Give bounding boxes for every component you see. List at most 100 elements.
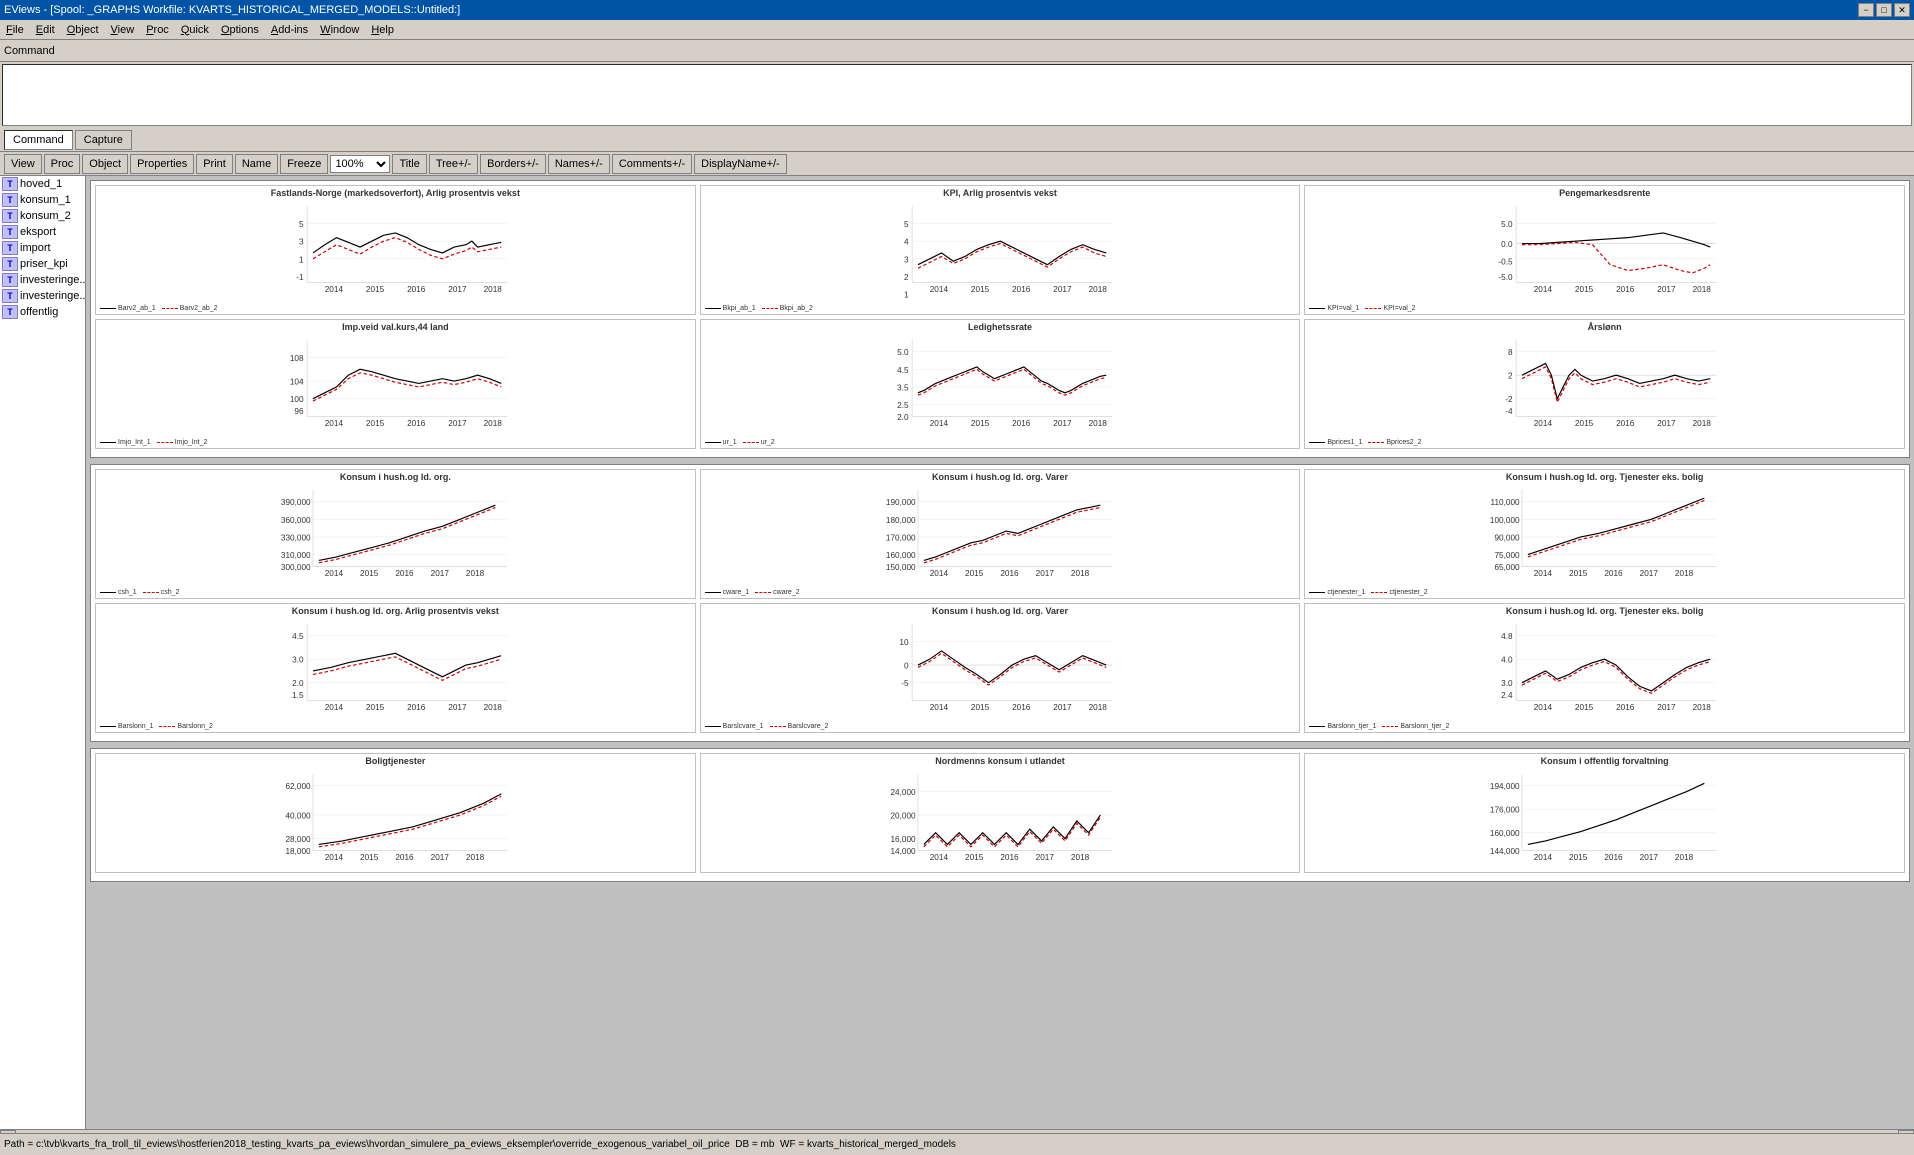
svg-text:2018: 2018 [1675,569,1694,578]
menu-window[interactable]: Window [314,22,365,38]
svg-text:5.0: 5.0 [897,348,909,357]
svg-text:2015: 2015 [1575,419,1594,428]
svg-text:5: 5 [299,220,304,229]
svg-text:2016: 2016 [1012,285,1031,294]
svg-text:2018: 2018 [1088,703,1107,712]
obj-toolbar: View Proc Object Properties Print Name F… [0,152,1914,176]
menu-addins[interactable]: Add-ins [265,22,314,38]
svg-text:2016: 2016 [407,419,426,428]
chart-svg-kpi: 5 4 3 2 1 2014 2015 2016 2017 2018 [701,200,1300,300]
svg-text:62,000: 62,000 [285,782,311,791]
sidebar-item-investeringer2[interactable]: T investeringe... [0,288,85,304]
displayname-button[interactable]: DisplayName+/- [694,154,787,174]
svg-text:2015: 2015 [1569,569,1588,578]
menu-view[interactable]: View [105,22,141,38]
svg-text:24,000: 24,000 [890,788,916,797]
names-button[interactable]: Names+/- [548,154,610,174]
legend-konsum-varer: cware_1 cware_2 [701,587,1300,598]
view-button[interactable]: View [4,154,42,174]
sidebar-item-import[interactable]: T import [0,240,85,256]
sidebar-item-konsum1[interactable]: T konsum_1 [0,192,85,208]
svg-text:2014: 2014 [1534,853,1553,862]
menu-options[interactable]: Options [215,22,265,38]
svg-text:2016: 2016 [1012,703,1031,712]
command-button[interactable]: Command [4,130,73,150]
svg-text:2016: 2016 [1605,569,1624,578]
maximize-button[interactable]: □ [1876,3,1892,17]
chart-svg-konsum-growth: 4.5 3.0 2.0 1.5 2014 2015 2016 2017 2018 [96,618,695,718]
svg-text:28,000: 28,000 [285,835,311,844]
menu-quick[interactable]: Quick [175,22,215,38]
menu-help[interactable]: Help [365,22,400,38]
tree-button[interactable]: Tree+/- [429,154,478,174]
svg-text:2018: 2018 [1675,853,1694,862]
chart-svg-fastlands: 5 3 1 -1 2014 2015 2016 2017 2018 [96,200,695,300]
borders-button[interactable]: Borders+/- [480,154,546,174]
svg-text:3: 3 [904,255,909,264]
sidebar-item-offentlig[interactable]: T offentlig [0,304,85,320]
svg-text:2018: 2018 [484,285,503,294]
konsum-row-1: Konsum i hush.og Id. org. 390,000 360,00… [95,469,1905,599]
content-area[interactable]: Fastlands-Norge (markedsoverfort), Arlig… [86,176,1914,1129]
svg-text:2018: 2018 [1088,419,1107,428]
status-db: DB = mb [735,1139,774,1150]
sidebar-label-investeringer2: investeringe... [20,290,86,302]
sidebar-label-import: import [20,242,51,254]
chart-svg-offentlig: 194,000 176,000 160,000 144,000 2014 201… [1305,768,1904,868]
proc-button[interactable]: Proc [44,154,81,174]
name-button[interactable]: Name [235,154,278,174]
svg-text:-2: -2 [1506,395,1514,404]
sidebar-item-priser-kpi[interactable]: T priser_kpi [0,256,85,272]
menu-file[interactable]: File [0,22,30,38]
menu-proc[interactable]: Proc [140,22,175,38]
comments-button[interactable]: Comments+/- [612,154,692,174]
svg-text:2014: 2014 [325,569,344,578]
chart-svg-konsum-tjenester: 110,000 100,000 90,000 75,000 65,000 201… [1305,484,1904,584]
print-button[interactable]: Print [196,154,233,174]
svg-text:2017: 2017 [1053,285,1072,294]
status-wf: WF = kvarts_historical_merged_models [780,1139,956,1150]
svg-text:2017: 2017 [1640,853,1659,862]
chart-svg-konsum-varer: 190,000 180,000 170,000 160,000 150,000 … [701,484,1300,584]
svg-text:4: 4 [904,238,909,247]
sidebar-item-eksport[interactable]: T eksport [0,224,85,240]
status-path: Path = c:\tvb\kvarts_fra_troll_til_eview… [4,1139,730,1150]
svg-text:2: 2 [904,273,909,282]
svg-text:-5.0: -5.0 [1499,273,1514,282]
legend-ledighetssrate: ur_1 ur_2 [701,437,1300,448]
svg-text:2.5: 2.5 [897,401,909,410]
svg-text:-5: -5 [901,679,909,688]
chart-ledighetssrate: Ledighetssrate 5.0 4.5 3.5 2.5 2.0 2014 [700,319,1301,449]
close-button[interactable]: ✕ [1894,3,1910,17]
sidebar-item-hoved1[interactable]: T hoved_1 [0,176,85,192]
sidebar-item-konsum2[interactable]: T konsum_2 [0,208,85,224]
chart-title-pengemarkeds: Pengemarkesdsrente [1305,186,1904,200]
legend-konsum-varer-growth: Barslcvare_1 Barslcvare_2 [701,721,1300,732]
svg-text:2015: 2015 [1575,285,1594,294]
window-controls: − □ ✕ [1858,3,1910,17]
sidebar-icon-import: T [2,241,18,255]
svg-text:390,000: 390,000 [281,498,311,507]
svg-text:2.0: 2.0 [292,679,304,688]
command-input-area[interactable] [2,64,1912,126]
sidebar-label-eksport: eksport [20,226,56,238]
svg-text:310,000: 310,000 [281,551,311,560]
zoom-select[interactable]: 100% 75% 50% 150% [330,155,390,173]
svg-text:2016: 2016 [1605,853,1624,862]
svg-text:2014: 2014 [929,703,948,712]
capture-button[interactable]: Capture [75,130,132,150]
svg-text:2015: 2015 [1575,703,1594,712]
menu-edit[interactable]: Edit [30,22,61,38]
object-button[interactable]: Object [82,154,128,174]
sidebar-item-investeringer1[interactable]: T investeringe... [0,272,85,288]
svg-text:180,000: 180,000 [886,516,916,525]
freeze-button[interactable]: Freeze [280,154,328,174]
svg-text:75,000: 75,000 [1495,551,1521,560]
title-button[interactable]: Title [392,154,426,174]
svg-text:2018: 2018 [1071,853,1090,862]
svg-text:2014: 2014 [929,569,948,578]
menu-object[interactable]: Object [61,22,105,38]
properties-button[interactable]: Properties [130,154,194,174]
minimize-button[interactable]: − [1858,3,1874,17]
konsum-row-2: Konsum i hush.og Id. org. Arlig prosentv… [95,603,1905,733]
